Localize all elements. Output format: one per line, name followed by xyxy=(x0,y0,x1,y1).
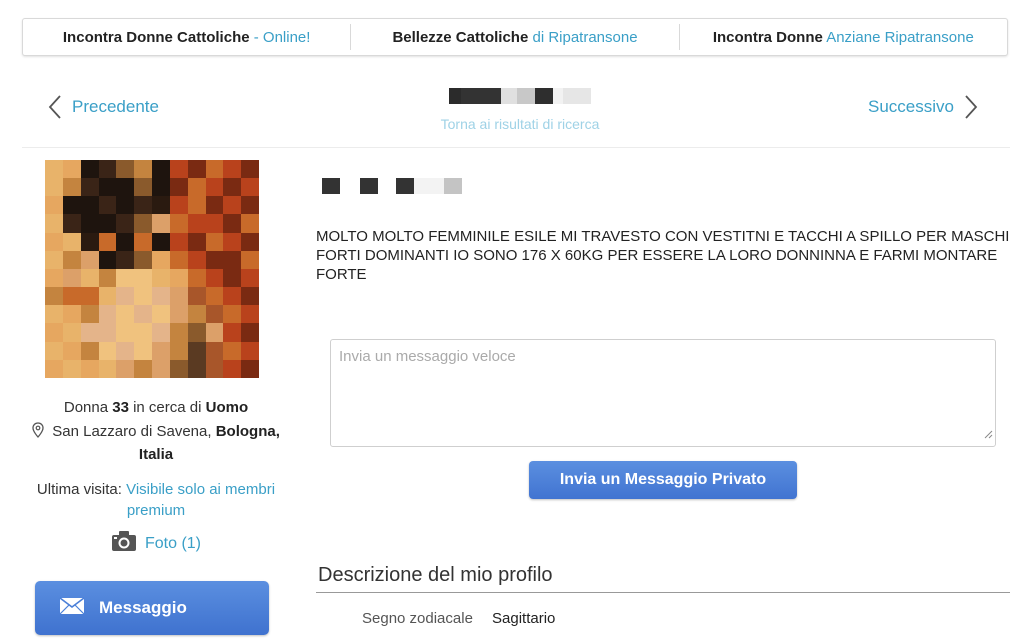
seeking-text: Uomo xyxy=(205,399,249,416)
age-text: 33 xyxy=(112,399,129,416)
message-button-label: Messaggio xyxy=(99,598,187,617)
province-text: Bologna, xyxy=(215,423,280,440)
top-link-bold-text: Incontra Donne Cattoliche xyxy=(62,28,250,46)
quick-message-box[interactable] xyxy=(330,339,996,447)
photos-link[interactable]: Foto (1) xyxy=(22,530,290,557)
back-to-results-link[interactable]: Torna ai risultati di ricerca xyxy=(420,116,620,132)
location-pin-icon xyxy=(32,422,44,444)
top-link-bold-text: Bellezze Cattoliche xyxy=(392,28,529,46)
header-divider xyxy=(22,147,1010,148)
quick-message-input[interactable] xyxy=(331,340,995,446)
top-link-donne-anziane[interactable]: Incontra Donne Anziane Ripatransone xyxy=(680,29,1007,46)
profile-location: San Lazzaro di Savena, Bologna, Italia xyxy=(22,421,290,465)
last-visit: Ultima visita: Visibile solo ai membri p… xyxy=(22,479,290,521)
message-button[interactable]: Messaggio xyxy=(35,581,269,635)
profile-photo[interactable] xyxy=(45,160,259,378)
next-label: Successivo xyxy=(868,97,954,116)
seeking-prefix-text: in cerca di xyxy=(133,399,202,416)
profile-title-block: Torna ai risultati di ricerca xyxy=(420,86,620,132)
section-divider xyxy=(316,592,1010,593)
chevron-right-icon xyxy=(964,94,978,120)
city-text: San Lazzaro di Savena, xyxy=(52,423,212,440)
premium-visibility-link[interactable]: Visibile solo ai membri premium xyxy=(126,481,275,519)
profile-summary: Donna 33 in cerca di Uomo xyxy=(22,397,290,418)
resize-handle-icon[interactable] xyxy=(984,426,993,444)
camera-icon xyxy=(111,530,137,557)
send-private-message-button[interactable]: Invia un Messaggio Privato xyxy=(529,461,797,499)
photos-label: Foto (1) xyxy=(144,534,201,552)
previous-profile-link[interactable]: Precedente xyxy=(48,94,159,120)
chevron-left-icon xyxy=(48,94,62,120)
envelope-icon xyxy=(59,596,85,620)
top-link-bellezze-cattoliche[interactable]: Bellezze Cattoliche di Ripatransone xyxy=(351,29,678,46)
next-profile-link[interactable]: Successivo xyxy=(868,94,978,120)
pixelated-photo xyxy=(45,160,259,378)
gender-text: Donna xyxy=(63,399,109,416)
last-visit-label: Ultima visita: xyxy=(36,481,122,498)
top-link-accent-text: di Ripatransone xyxy=(528,28,638,46)
previous-label: Precedente xyxy=(72,97,159,116)
top-link-accent-text: - Online! xyxy=(249,28,311,46)
profile-description-title: Descrizione del mio profilo xyxy=(318,564,553,586)
top-link-accent-text: Anziane Ripatransone xyxy=(822,28,974,46)
profile-bio: MOLTO MOLTO FEMMINILE ESILE MI TRAVESTO … xyxy=(316,228,1010,283)
zodiac-label: Segno zodiacale xyxy=(362,610,473,627)
zodiac-value: Sagittario xyxy=(492,610,556,627)
top-links-bar: Incontra Donne Cattoliche - Online! Bell… xyxy=(22,18,1008,56)
censored-username xyxy=(420,86,620,106)
top-link-donne-cattoliche[interactable]: Incontra Donne Cattoliche - Online! xyxy=(23,29,350,46)
top-link-bold-text: Incontra Donne xyxy=(712,28,823,46)
censored-display-name xyxy=(322,176,462,196)
country-text: Italia xyxy=(138,446,174,463)
